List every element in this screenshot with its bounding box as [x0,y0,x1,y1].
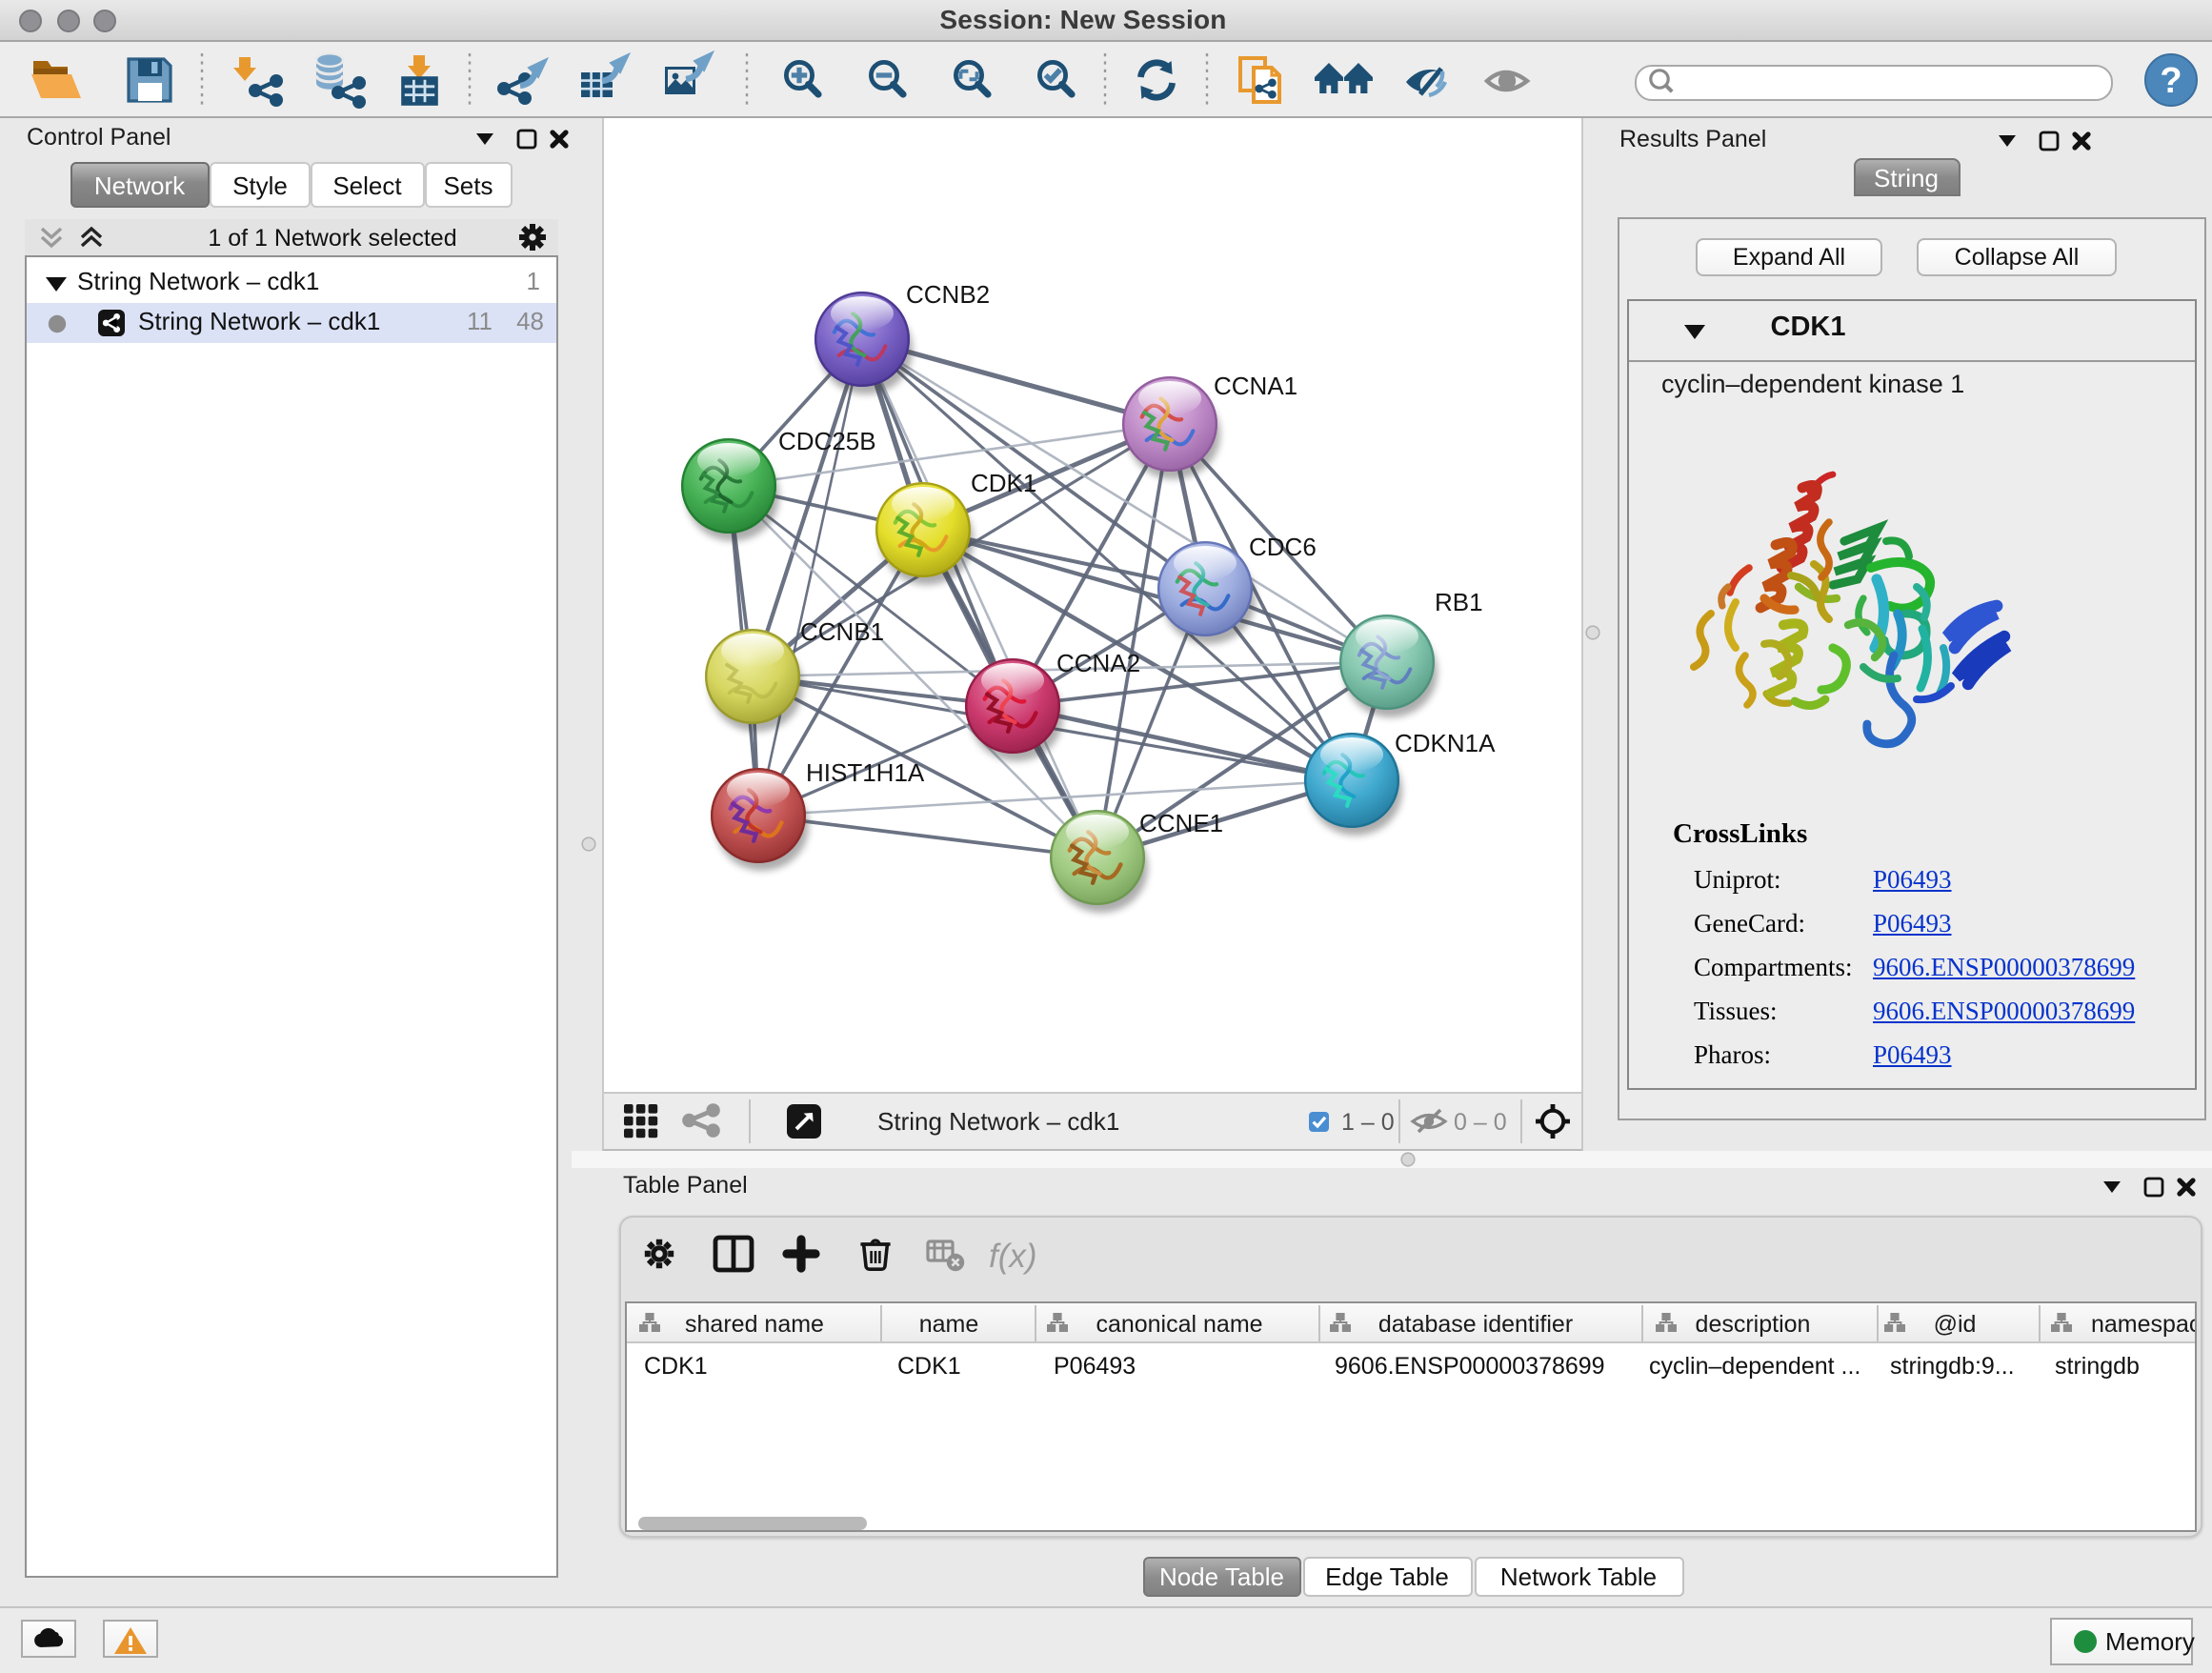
svg-text:CDC25B: CDC25B [777,426,875,454]
svg-text:?: ? [2160,60,2182,100]
svg-text:database identifier: database identifier [1378,1310,1573,1337]
svg-text:f(x): f(x) [988,1237,1036,1274]
svg-text:CCNE1: CCNE1 [1138,808,1222,836]
svg-text:@id: @id [1934,1310,1977,1337]
svg-text:description: description [1696,1310,1811,1337]
svg-text:namespace: namespace [2091,1310,2195,1337]
svg-text:name: name [919,1310,979,1337]
svg-text:CDKN1A: CDKN1A [1394,728,1495,756]
svg-text:CCNA1: CCNA1 [1213,371,1297,399]
svg-text:canonical name: canonical name [1096,1310,1262,1337]
svg-text:CCNB1: CCNB1 [799,616,883,645]
svg-text:shared name: shared name [685,1310,824,1337]
svg-text:CDC6: CDC6 [1248,532,1316,560]
svg-text:0 – 0: 0 – 0 [1453,1108,1506,1135]
svg-text:HIST1H1A: HIST1H1A [805,757,924,786]
svg-text:CCNA2: CCNA2 [1056,648,1139,676]
svg-text:CDK1: CDK1 [970,468,1036,496]
svg-text:CCNB2: CCNB2 [905,279,989,308]
svg-text:1 – 0: 1 – 0 [1340,1108,1394,1135]
svg-text:RB1: RB1 [1434,587,1482,615]
svg-text:String Network – cdk1: String Network – cdk1 [876,1106,1118,1135]
